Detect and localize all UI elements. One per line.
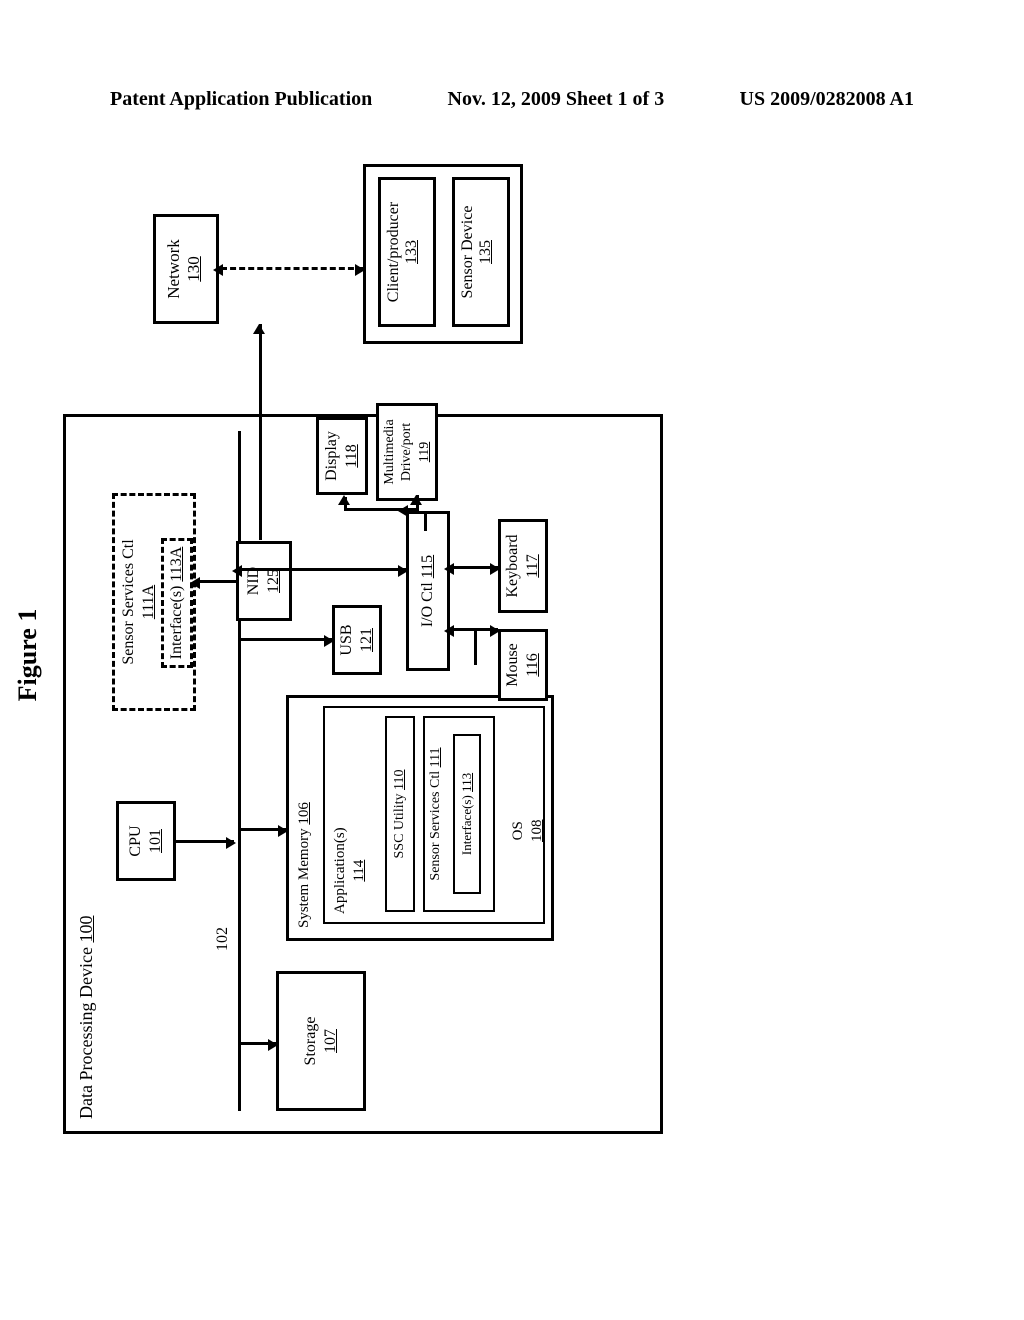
- os-label: OS108: [509, 820, 547, 843]
- remote-box: Client/producer133 Sensor Device135: [363, 164, 523, 344]
- interface-a-box: Interface(s) 113A: [161, 538, 193, 668]
- header-right: US 2009/0282008 A1: [740, 88, 914, 111]
- cpu-box: CPU101: [116, 801, 176, 881]
- figure-title: Figure 1: [13, 276, 43, 1034]
- header-center: Nov. 12, 2009 Sheet 1 of 3: [448, 88, 665, 111]
- storage-box: Storage107: [276, 971, 366, 1111]
- client-producer-box: Client/producer133: [378, 177, 436, 327]
- system-memory-box: System Memory 106 Application(s)114 SSC …: [286, 695, 554, 941]
- mouse-box: Mouse116: [498, 629, 548, 701]
- display-box: Display118: [316, 417, 368, 495]
- ioctl-box: I/O Ctl 115: [406, 511, 450, 671]
- bus-ref: 102: [214, 927, 232, 951]
- network-box: Network130: [153, 214, 219, 324]
- nid-box: NID125: [236, 541, 292, 621]
- keyboard-box: Keyboard117: [498, 519, 548, 613]
- application-box: Application(s)114 SSC Utility 110 Sensor…: [323, 706, 545, 924]
- header-left: Patent Application Publication: [110, 88, 372, 111]
- multimedia-drive-box: Multimedia Drive/port119: [376, 403, 438, 501]
- data-processing-device-box: Data Processing Device 100 CPU101 Sensor…: [63, 414, 663, 1134]
- usb-box: USB121: [332, 605, 382, 675]
- interfaces-box: Interface(s) 113: [453, 734, 481, 894]
- figure-1: Figure 1 Data Processing Device 100 CPU1…: [13, 276, 1013, 1034]
- sensor-services-ctl-box: Sensor Services Ctl 111 Interface(s) 113: [423, 716, 495, 912]
- sensor-device-box: Sensor Device135: [452, 177, 510, 327]
- sensor-services-ctl-a-box: Sensor Services Ctl 111A Interface(s) 11…: [112, 493, 196, 711]
- ssc-utility-box: SSC Utility 110: [385, 716, 415, 912]
- dps-label: Data Processing Device 100: [76, 916, 97, 1119]
